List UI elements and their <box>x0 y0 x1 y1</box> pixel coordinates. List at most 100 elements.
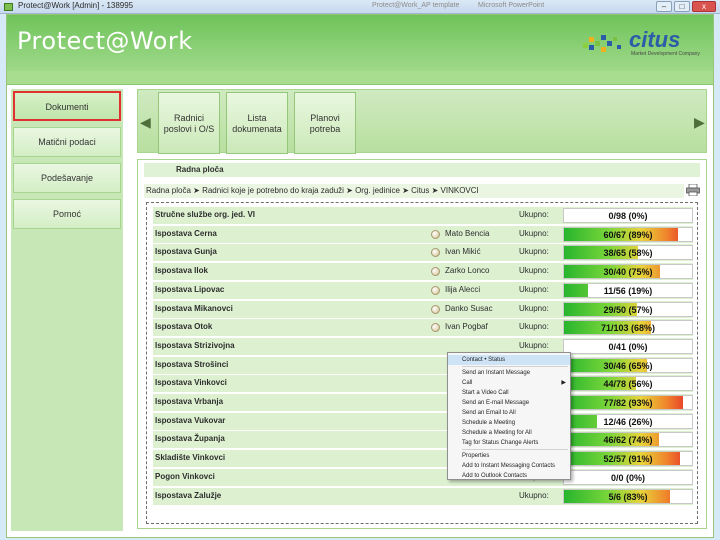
org-unit-name[interactable]: Ispostava Cerna <box>155 229 217 238</box>
context-menu: Contact • Status Send an Instant Message C… <box>447 352 571 480</box>
table-row[interactable]: Pogon VinkovciUkupno:0/0 (0%) <box>153 468 693 486</box>
context-menu-item[interactable]: Send an Instant Message <box>448 368 570 378</box>
org-unit-name[interactable]: Ispostava Gunja <box>155 247 217 256</box>
toolbar-radnici-button[interactable]: Radnici poslovi i O/S <box>158 92 220 154</box>
presence-status-icon[interactable] <box>431 229 440 239</box>
progress-value: 30/40 (75%) <box>603 267 653 278</box>
table-row[interactable]: Ispostava ŽupanjaUkupno:46/62 (74%) <box>153 431 693 449</box>
org-unit-name[interactable]: Ispostava Županja <box>155 434 225 443</box>
context-menu-item[interactable]: Send an E-mail Message <box>448 398 570 408</box>
logo-tagline: Market Development Company <box>631 51 700 57</box>
progress-bar: 30/40 (75%) <box>563 264 693 280</box>
table-row[interactable]: Ispostava Strizivojna Ukupno: 0/41 (0%) <box>153 337 693 355</box>
table-row[interactable]: Ispostava Mikanovci Danko Susac Ukupno: 29/… <box>153 300 693 318</box>
table-row[interactable]: Ispostava Gunja Ivan Mikić Ukupno: 38/65 (5… <box>153 244 693 262</box>
menu-item-icon <box>450 409 458 417</box>
org-unit-name[interactable]: Ispostava Lipovac <box>155 285 224 294</box>
progress-bar: 44/78 (56%) <box>563 376 693 392</box>
dashboard-panel: Radna ploča Radna ploča ➤ Radnici koje j… <box>137 159 707 529</box>
progress-bar: 0/41 (0%) <box>563 338 693 354</box>
presence-status-icon[interactable] <box>431 323 440 333</box>
context-menu-item[interactable]: Add to Outlook Contacts <box>448 471 570 481</box>
ghost-tab-1: Protect@Work_AP template <box>372 2 460 9</box>
context-menu-item[interactable]: Call ▶ <box>448 378 570 388</box>
org-unit-name[interactable]: Ispostava Zalužje <box>155 491 221 500</box>
org-unit-name[interactable]: Ispostava Vukovar <box>155 416 225 425</box>
sidebar-item-pomoc[interactable]: Pomoć <box>13 199 121 229</box>
org-unit-name[interactable]: Ispostava Strizivojna <box>155 341 235 350</box>
responsible-person[interactable]: Ilija Alecci <box>445 285 480 294</box>
table-row[interactable]: Skladište VinkovciUkupno:52/57 (91%) <box>153 450 693 468</box>
ghost-tab-2: Microsoft PowerPoint <box>478 2 545 9</box>
table-row[interactable]: Stručne službe org. jed. VI Ukupno: 0/98 (… <box>153 207 693 224</box>
total-label: Ukupno: <box>519 247 549 257</box>
menu-item-label: Schedule a Meeting <box>462 420 516 426</box>
toolbar-lista-dokumenata-button[interactable]: Lista dokumenata <box>226 92 288 154</box>
app-icon <box>4 3 13 11</box>
table-row[interactable]: Ispostava Cerna Mato Bencia Ukupno: 60/67 (… <box>153 225 693 243</box>
menu-item-label: Tag for Status Change Alerts <box>462 440 539 446</box>
table-row[interactable]: Ispostava Ilok Zarko Lonco Ukupno: 30/40 (7… <box>153 263 693 281</box>
table-row[interactable]: Ispostava Lipovac Ilija Alecci Ukupno: 11/5… <box>153 281 693 299</box>
menu-separator <box>462 449 568 450</box>
org-unit-name[interactable]: Ispostava Ilok <box>155 266 208 275</box>
context-menu-item[interactable]: Properties <box>448 451 570 461</box>
presence-status-icon[interactable] <box>431 267 440 277</box>
menu-item-label: Call <box>462 380 473 386</box>
table-row[interactable]: Ispostava StrošinciUkupno:30/46 (65%) <box>153 356 693 374</box>
scroll-right-icon[interactable]: ▶ <box>694 108 705 136</box>
presence-status-icon[interactable] <box>431 285 440 295</box>
progress-value: 5/6 (83%) <box>608 491 648 502</box>
menu-item-icon <box>450 429 458 437</box>
logo-word: citus <box>629 27 681 52</box>
close-button[interactable]: x <box>692 1 716 12</box>
org-unit-name[interactable]: Stručne službe org. jed. VI <box>155 210 255 219</box>
responsible-person[interactable]: Danko Susac <box>445 304 493 313</box>
table-row[interactable]: Ispostava Zalužje Ukupno: 5/6 (83%) <box>153 487 693 505</box>
progress-bar: 71/103 (68%) <box>563 320 693 336</box>
org-unit-name[interactable]: Ispostava Vinkovci <box>155 378 227 387</box>
presence-status-icon[interactable] <box>431 304 440 314</box>
table-row[interactable]: Ispostava Otok Ivan Pogbaf Ukupno: 71/103 (… <box>153 319 693 337</box>
progress-bar: 38/65 (58%) <box>563 245 693 261</box>
print-icon[interactable] <box>686 184 700 196</box>
responsible-person[interactable]: Ivan Pogbaf <box>445 322 488 331</box>
presence-status-icon[interactable] <box>431 248 440 258</box>
table-row[interactable]: Ispostava VrbanjaUkupno:77/82 (93%) <box>153 394 693 411</box>
org-unit-name[interactable]: Ispostava Otok <box>155 322 212 331</box>
context-menu-item[interactable]: Add to Instant Messaging Contacts <box>448 461 570 471</box>
org-unit-name[interactable]: Ispostava Strošinci <box>155 360 228 369</box>
context-menu-item[interactable]: Schedule a Meeting <box>448 418 570 428</box>
sidebar-item-podesavanje[interactable]: Podešavanje <box>13 163 121 193</box>
progress-bar: 0/0 (0%) <box>563 469 693 485</box>
org-unit-name[interactable]: Ispostava Vrbanja <box>155 397 223 406</box>
responsible-person[interactable]: Ivan Mikić <box>445 247 481 256</box>
table-row[interactable]: Ispostava VukovarUkupno:12/46 (26%) <box>153 412 693 430</box>
table-row[interactable]: Ispostava VinkovciUkupno:44/78 (56%) <box>153 375 693 393</box>
maximize-button[interactable]: □ <box>674 1 690 12</box>
context-menu-item[interactable]: Send an Email to All <box>448 408 570 418</box>
responsible-person[interactable]: Zarko Lonco <box>445 266 489 275</box>
toolbar-planovi-potreba-button[interactable]: Planovi potreba <box>294 92 356 154</box>
org-unit-name[interactable]: Pogon Vinkovci <box>155 472 215 481</box>
responsible-person[interactable]: Mato Bencia <box>445 229 489 238</box>
progress-bar: 0/98 (0%) <box>563 208 693 223</box>
org-unit-grid: Stručne službe org. jed. VI Ukupno: 0/98 (… <box>146 202 698 524</box>
window-titlebar: Protect@Work [Admin] - 138995 Protect@Wo… <box>0 0 720 14</box>
context-menu-item[interactable]: Start a Video Call <box>448 388 570 398</box>
context-menu-item[interactable]: Schedule a Meeting for All <box>448 428 570 438</box>
progress-bar: 52/57 (91%) <box>563 451 693 467</box>
context-menu-item[interactable]: Contact • Status <box>448 355 570 365</box>
breadcrumb[interactable]: Radna ploča ➤ Radnici koje je potrebno d… <box>144 184 684 198</box>
context-menu-item[interactable]: Tag for Status Change Alerts <box>448 438 570 448</box>
org-unit-name[interactable]: Skladište Vinkovci <box>155 453 225 462</box>
app-title: Protect@Work <box>17 27 193 55</box>
org-unit-name[interactable]: Ispostava Mikanovci <box>155 304 233 313</box>
scroll-left-icon[interactable]: ◀ <box>140 108 151 136</box>
sidebar-item-maticni-podaci[interactable]: Matični podaci <box>13 127 121 157</box>
minimize-button[interactable]: – <box>656 1 672 12</box>
total-label: Ukupno: <box>519 340 549 350</box>
menu-item-icon <box>450 419 458 427</box>
sidebar-item-dokumenti[interactable]: Dokumenti <box>13 91 121 121</box>
progress-value: 77/82 (93%) <box>603 398 653 408</box>
